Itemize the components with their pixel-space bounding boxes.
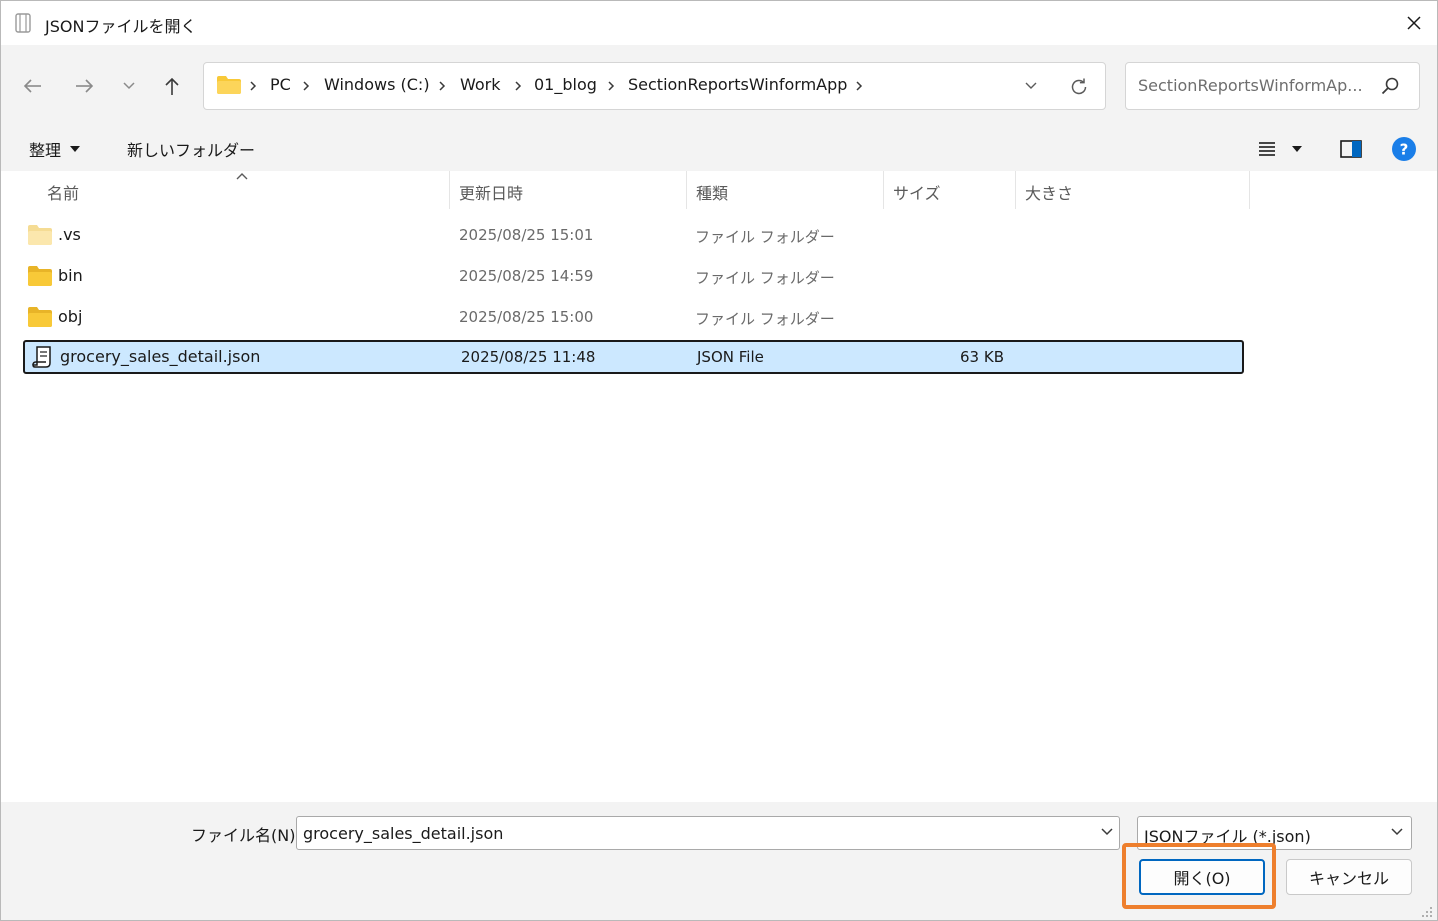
breadcrumb-separator-icon bbox=[606, 78, 616, 97]
breadcrumb-item-pc[interactable]: PC bbox=[270, 75, 291, 94]
list-view-icon bbox=[1259, 142, 1275, 156]
column-header-date[interactable]: 更新日時 bbox=[459, 180, 523, 204]
search-placeholder: SectionReportsWinformAp... bbox=[1138, 76, 1363, 95]
open-file-dialog: JSONファイルを開く PC Windows (C:) Work 01_blog… bbox=[0, 0, 1438, 921]
column-header-size[interactable]: サイズ bbox=[893, 180, 941, 204]
file-date: 2025/08/25 14:59 bbox=[459, 267, 594, 285]
file-date: 2025/08/25 15:01 bbox=[459, 226, 594, 244]
column-header-name[interactable]: 名前 bbox=[47, 180, 79, 204]
column-header-type[interactable]: 種類 bbox=[696, 180, 728, 204]
change-view-button[interactable] bbox=[1257, 137, 1311, 161]
svg-text:?: ? bbox=[1400, 141, 1409, 159]
filename-field[interactable]: grocery_sales_detail.json bbox=[296, 816, 1120, 850]
folder-icon bbox=[217, 76, 241, 94]
caret-down-icon bbox=[1292, 146, 1302, 152]
arrow-left-icon bbox=[23, 79, 41, 93]
resize-grip-icon[interactable] bbox=[1421, 906, 1433, 918]
column-divider[interactable] bbox=[686, 171, 687, 209]
column-header-row: 名前 更新日時 種類 サイズ 大きさ bbox=[1, 171, 1251, 211]
organize-label: 整理 bbox=[29, 141, 62, 160]
address-bar[interactable]: PC Windows (C:) Work 01_blog SectionRepo… bbox=[203, 62, 1106, 110]
file-row-vs[interactable]: .vs 2025/08/25 15:01 ファイル フォルダー bbox=[23, 219, 1244, 253]
help-icon[interactable]: ? bbox=[1391, 136, 1417, 162]
file-name: .vs bbox=[58, 225, 81, 244]
file-type: JSON File bbox=[697, 348, 764, 366]
title-bar: JSONファイルを開く bbox=[1, 1, 1437, 45]
cancel-button[interactable]: キャンセル bbox=[1286, 859, 1412, 895]
recent-locations-button[interactable] bbox=[114, 71, 144, 101]
navigation-bar: PC Windows (C:) Work 01_blog SectionRepo… bbox=[1, 45, 1437, 127]
chevron-down-icon[interactable] bbox=[1099, 826, 1115, 838]
close-button[interactable] bbox=[1391, 1, 1437, 45]
file-row-json[interactable]: grocery_sales_detail.json 2025/08/25 11:… bbox=[23, 340, 1244, 374]
sort-ascending-icon bbox=[236, 173, 248, 180]
breadcrumb-item-work[interactable]: Work bbox=[460, 75, 501, 94]
preview-pane-icon[interactable] bbox=[1339, 137, 1363, 161]
chevron-down-icon bbox=[123, 82, 135, 90]
file-size: 63 KB bbox=[960, 348, 1004, 366]
search-input[interactable]: SectionReportsWinformAp... bbox=[1125, 62, 1420, 110]
file-name: obj bbox=[58, 307, 83, 326]
app-icon bbox=[15, 13, 31, 33]
file-date: 2025/08/25 11:48 bbox=[461, 348, 596, 366]
refresh-button[interactable] bbox=[1066, 74, 1092, 100]
close-icon bbox=[1407, 16, 1421, 30]
up-button[interactable] bbox=[157, 71, 187, 101]
breadcrumb-separator-icon bbox=[437, 78, 447, 97]
file-name: grocery_sales_detail.json bbox=[60, 347, 261, 366]
breadcrumb-separator-icon bbox=[248, 78, 258, 97]
file-row-obj[interactable]: obj 2025/08/25 15:00 ファイル フォルダー bbox=[23, 301, 1244, 335]
breadcrumb-separator-icon bbox=[854, 78, 864, 97]
folder-icon bbox=[28, 266, 52, 286]
new-folder-button[interactable]: 新しいフォルダー bbox=[127, 137, 255, 161]
column-header-dimensions[interactable]: 大きさ bbox=[1025, 180, 1073, 204]
search-icon[interactable] bbox=[1379, 75, 1401, 97]
chevron-down-icon bbox=[1391, 828, 1403, 836]
arrow-up-icon bbox=[165, 77, 179, 95]
filename-label: ファイル名(N): bbox=[191, 826, 301, 845]
file-type: ファイル フォルダー bbox=[695, 310, 835, 328]
command-toolbar: 整理 新しいフォルダー ? bbox=[1, 127, 1437, 171]
back-button[interactable] bbox=[18, 71, 48, 101]
address-history-dropdown[interactable] bbox=[1019, 75, 1043, 97]
filename-value: grocery_sales_detail.json bbox=[303, 824, 504, 843]
column-divider[interactable] bbox=[449, 171, 450, 209]
file-type: ファイル フォルダー bbox=[695, 269, 835, 287]
file-date: 2025/08/25 15:00 bbox=[459, 308, 594, 326]
caret-down-icon bbox=[70, 146, 81, 152]
window-title: JSONファイルを開く bbox=[45, 17, 197, 36]
file-name: bin bbox=[58, 266, 83, 285]
json-file-icon bbox=[32, 346, 51, 368]
breadcrumb-item-drive[interactable]: Windows (C:) bbox=[324, 75, 430, 94]
breadcrumb-item-blog[interactable]: 01_blog bbox=[534, 75, 597, 94]
chevron-down-icon bbox=[1025, 82, 1037, 89]
open-button[interactable]: 開く(O) bbox=[1139, 859, 1265, 895]
arrow-right-icon bbox=[76, 79, 94, 93]
folder-icon bbox=[28, 307, 52, 327]
file-row-bin[interactable]: bin 2025/08/25 14:59 ファイル フォルダー bbox=[23, 260, 1244, 294]
refresh-icon bbox=[1071, 78, 1087, 95]
breadcrumb-separator-icon bbox=[513, 78, 523, 97]
breadcrumb-separator-icon bbox=[301, 78, 311, 97]
column-divider[interactable] bbox=[883, 171, 884, 209]
forward-button[interactable] bbox=[69, 71, 99, 101]
organize-button[interactable]: 整理 bbox=[29, 137, 81, 161]
dialog-footer: ファイル名(N): grocery_sales_detail.json JSON… bbox=[1, 802, 1437, 920]
column-divider[interactable] bbox=[1015, 171, 1016, 209]
column-divider[interactable] bbox=[1249, 171, 1250, 209]
file-list: 名前 更新日時 種類 サイズ 大きさ .vs 2025/08/25 15:01 … bbox=[1, 171, 1437, 802]
file-type: ファイル フォルダー bbox=[695, 228, 835, 246]
breadcrumb-item-app[interactable]: SectionReportsWinformApp bbox=[628, 75, 847, 94]
folder-icon bbox=[28, 225, 52, 245]
